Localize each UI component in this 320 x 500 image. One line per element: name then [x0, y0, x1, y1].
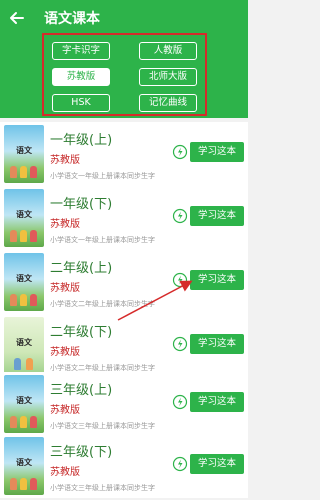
- filter-zika-shizi[interactable]: 字卡识字: [52, 42, 110, 60]
- download-icon[interactable]: [172, 144, 188, 160]
- study-button[interactable]: 学习这本: [190, 270, 244, 290]
- book-list: 语文 一年级(上) 苏教版 小学语文一年级上册课本同步生字 学习这本 语文 一年…: [0, 118, 248, 500]
- filter-hsk[interactable]: HSK: [52, 94, 110, 112]
- study-button[interactable]: 学习这本: [190, 206, 244, 226]
- book-grade: 一年级(上): [50, 133, 113, 148]
- book-grade: 二年级(上): [50, 261, 113, 276]
- book-publisher: 苏教版: [50, 283, 80, 294]
- back-arrow-icon[interactable]: [6, 7, 28, 29]
- book-publisher: 苏教版: [50, 219, 80, 230]
- study-button[interactable]: 学习这本: [190, 392, 244, 412]
- book-description: 小学语文一年级上册课本同步生字: [50, 236, 155, 244]
- book-cover: 语文: [4, 375, 44, 433]
- download-icon[interactable]: [172, 208, 188, 224]
- book-publisher: 苏教版: [50, 405, 80, 416]
- book-cover: 语文: [4, 253, 44, 311]
- book-description: 小学语文二年级上册课本同步生字: [50, 300, 155, 308]
- filter-beishida[interactable]: 北师大版: [139, 68, 197, 86]
- download-icon[interactable]: [172, 394, 188, 410]
- download-icon[interactable]: [172, 272, 188, 288]
- filter-renjiao[interactable]: 人教版: [139, 42, 197, 60]
- book-cover: 语文: [4, 317, 44, 375]
- book-item[interactable]: 语文 一年级(下) 苏教版 小学语文一年级上册课本同步生字 学习这本: [0, 186, 248, 250]
- book-item[interactable]: 语文 二年级(上) 苏教版 小学语文二年级上册课本同步生字 学习这本: [0, 250, 248, 314]
- filter-sujiao[interactable]: 苏教版: [52, 68, 110, 86]
- book-description: 小学语文三年级上册课本同步生字: [50, 484, 155, 492]
- study-button[interactable]: 学习这本: [190, 454, 244, 474]
- book-cover: 语文: [4, 189, 44, 247]
- book-description: 小学语文一年级上册课本同步生字: [50, 172, 155, 180]
- download-icon[interactable]: [172, 336, 188, 352]
- book-description: 小学语文三年级上册课本同步生字: [50, 422, 155, 430]
- app-header: 语文课本 字卡识字 人教版 苏教版 北师大版 HSK 记忆曲线: [0, 0, 248, 118]
- book-grade: 二年级(下): [50, 325, 113, 340]
- page-title: 语文课本: [44, 11, 100, 27]
- study-button[interactable]: 学习这本: [190, 334, 244, 354]
- book-grade: 三年级(上): [50, 383, 113, 398]
- book-cover: 语文: [4, 125, 44, 183]
- book-item[interactable]: 语文 三年级(上) 苏教版 小学语文三年级上册课本同步生字 学习这本: [0, 372, 248, 436]
- filter-memory-curve[interactable]: 记忆曲线: [139, 94, 197, 112]
- book-grade: 三年级(下): [50, 445, 113, 460]
- download-icon[interactable]: [172, 456, 188, 472]
- book-item[interactable]: 语文 一年级(上) 苏教版 小学语文一年级上册课本同步生字 学习这本: [0, 122, 248, 186]
- study-button[interactable]: 学习这本: [190, 142, 244, 162]
- book-publisher: 苏教版: [50, 155, 80, 166]
- edition-filter-group: 字卡识字 人教版 苏教版 北师大版 HSK 记忆曲线: [42, 33, 207, 116]
- book-item[interactable]: 语文 三年级(下) 苏教版 小学语文三年级上册课本同步生字 学习这本: [0, 434, 248, 498]
- book-grade: 一年级(下): [50, 197, 113, 212]
- book-cover: 语文: [4, 437, 44, 495]
- book-item[interactable]: 语文 二年级(下) 苏教版 小学语文二年级上册课本同步生字 学习这本: [0, 314, 248, 378]
- book-publisher: 苏教版: [50, 347, 80, 358]
- book-publisher: 苏教版: [50, 467, 80, 478]
